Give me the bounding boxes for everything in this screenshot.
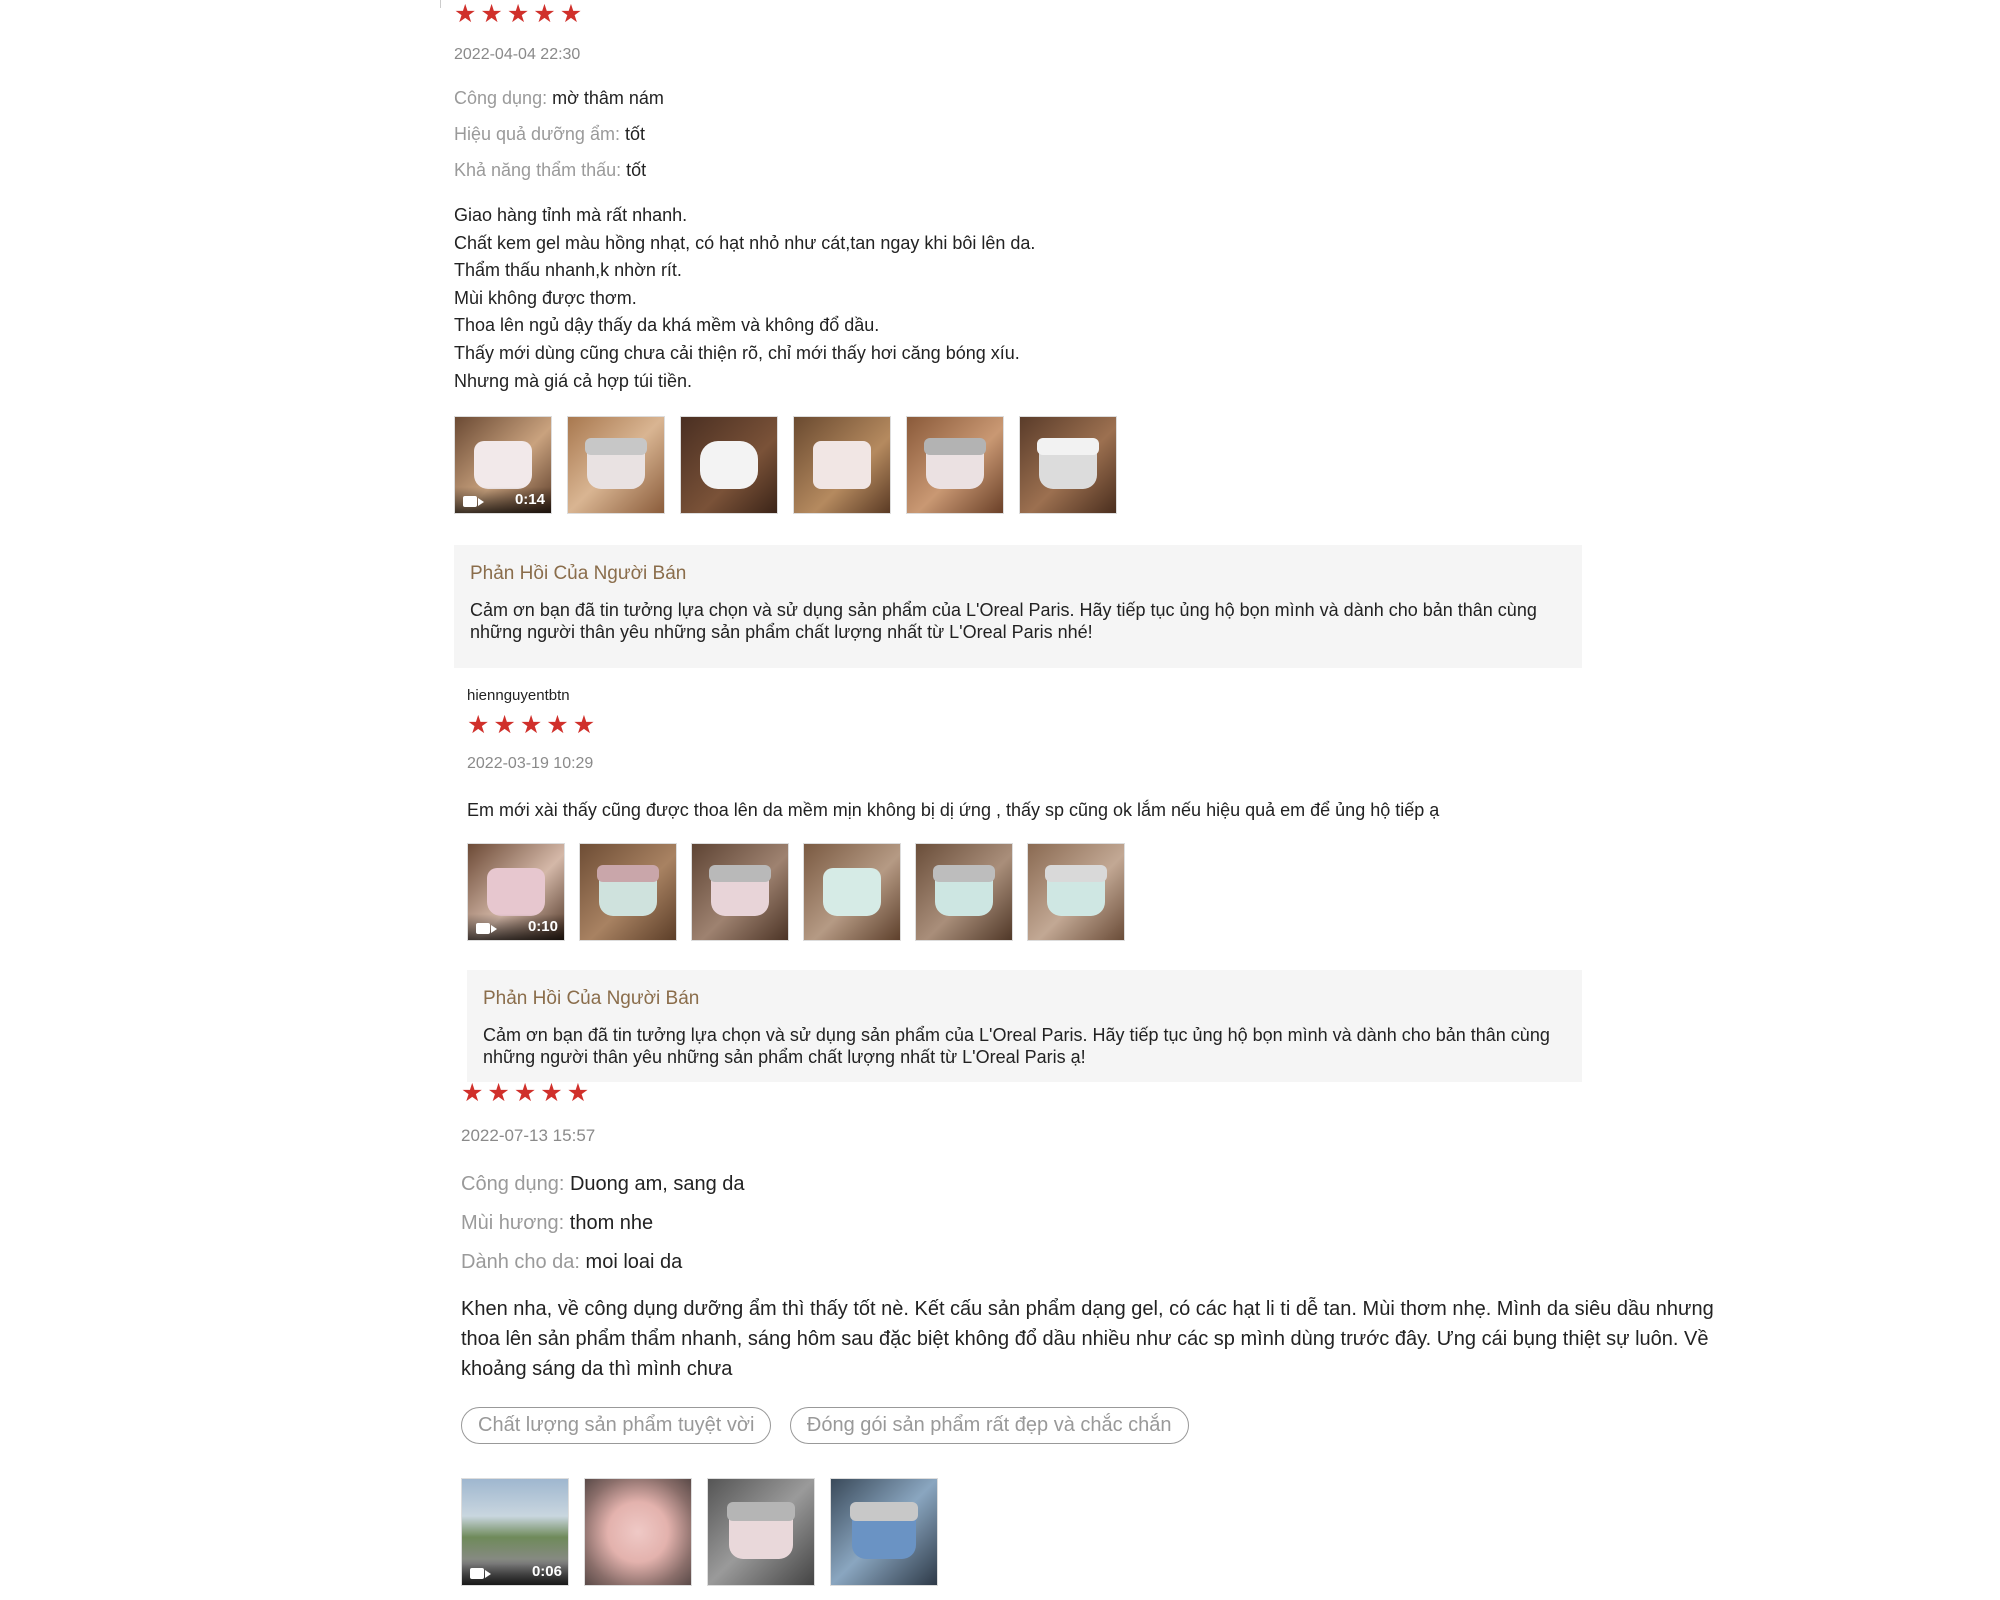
star-icon: ★ xyxy=(519,711,543,739)
video-camera-icon xyxy=(476,923,497,934)
product-jar-image xyxy=(700,441,758,489)
review-photo-thumbnail[interactable] xyxy=(567,416,665,514)
seller-reply-text: Cảm ơn bạn đã tin tưởng lựa chọn và sử d… xyxy=(470,600,1537,642)
review-tag: Chất lượng sản phẩm tuyệt vời xyxy=(461,1407,772,1444)
attribute-value: moi loai da xyxy=(585,1251,683,1273)
review-tag: Đóng gói sản phẩm rất đẹp và chắc chắn xyxy=(789,1407,1189,1444)
product-lid-image xyxy=(597,865,659,883)
attribute-label: Khả năng thẩm thấu: xyxy=(454,160,622,180)
attribute-label: Mùi hương: xyxy=(461,1212,565,1234)
star-icon: ★ xyxy=(454,0,477,28)
review-photo-thumbnail[interactable] xyxy=(1019,416,1117,514)
seller-reply-text: Cảm ơn bạn đã tin tưởng lựa chọn và sử d… xyxy=(483,1025,1550,1067)
star-icon: ★ xyxy=(513,1079,537,1107)
attribute-label: Hiệu quả dưỡng ẩm: xyxy=(454,124,620,144)
video-duration: 0:06 xyxy=(531,1563,562,1580)
video-camera-icon xyxy=(463,496,484,507)
star-icon: ★ xyxy=(480,0,503,28)
product-lid-image xyxy=(727,1502,795,1522)
review-photo-thumbnail[interactable] xyxy=(680,416,778,514)
product-jar-image xyxy=(823,868,881,916)
video-duration: 0:10 xyxy=(527,918,558,935)
review-media: 0:14 xyxy=(454,416,1132,514)
review-media: 0:06 xyxy=(461,1478,938,1586)
review-attribute: Công dụng: mờ thâm nám xyxy=(454,88,664,109)
attribute-value: tốt xyxy=(624,124,645,144)
review-photo-thumbnail[interactable] xyxy=(803,843,901,941)
star-icon: ★ xyxy=(506,0,530,28)
product-jar-image xyxy=(487,868,545,916)
review-photo-thumbnail[interactable] xyxy=(906,416,1004,514)
review-date: 2022-04-04 22:30 xyxy=(454,46,581,63)
star-icon: ★ xyxy=(461,1079,484,1107)
review-photo-thumbnail[interactable] xyxy=(584,1478,692,1586)
star-icon: ★ xyxy=(487,1079,510,1107)
review-attribute: Khả năng thẩm thấu: tốt xyxy=(454,160,646,181)
review-date: 2022-07-13 15:57 xyxy=(461,1126,596,1145)
review-photo-thumbnail[interactable] xyxy=(691,843,789,941)
rating-stars: ★ ★ ★ ★ ★ xyxy=(467,713,595,738)
product-jar-image xyxy=(474,441,532,489)
rating-stars: ★ ★ ★ ★ ★ xyxy=(454,2,582,27)
review-attribute: Hiệu quả dưỡng ẩm: tốt xyxy=(454,124,645,145)
star-icon: ★ xyxy=(546,711,569,739)
review-date: 2022-03-19 10:29 xyxy=(467,755,594,772)
video-duration: 0:14 xyxy=(514,491,545,508)
video-overlay: 0:14 xyxy=(455,487,551,513)
review-tags: Chất lượng sản phẩm tuyệt vời Đóng gói s… xyxy=(461,1407,1203,1444)
left-divider xyxy=(440,0,441,8)
review-attribute: Công dụng: Duong am, sang da xyxy=(461,1173,745,1196)
seller-reply: Phản Hồi Của Người Bán Cảm ơn bạn đã tin… xyxy=(467,970,1582,1082)
review-photo-thumbnail[interactable] xyxy=(830,1478,938,1586)
star-icon: ★ xyxy=(566,1079,590,1107)
video-overlay: 0:06 xyxy=(462,1559,568,1585)
star-icon: ★ xyxy=(493,711,516,739)
review-photo-thumbnail[interactable] xyxy=(793,416,891,514)
review-media: 0:10 xyxy=(467,843,1139,941)
attribute-label: Công dụng: xyxy=(461,1173,565,1195)
attribute-value: thom nhe xyxy=(569,1212,654,1234)
product-jar-image xyxy=(813,441,871,489)
rating-stars: ★ ★ ★ ★ ★ xyxy=(461,1081,589,1106)
product-lid-image xyxy=(924,438,986,456)
seller-reply-title: Phản Hồi Của Người Bán xyxy=(483,988,700,1009)
review-video-thumbnail[interactable]: 0:14 xyxy=(454,416,552,514)
review-comment: Khen nha, về công dụng dưỡng ẩm thì thấy… xyxy=(461,1298,1714,1380)
review-video-thumbnail[interactable]: 0:10 xyxy=(467,843,565,941)
attribute-label: Dành cho da: xyxy=(461,1251,580,1273)
attribute-value: mờ thâm nám xyxy=(552,88,664,108)
review-attribute: Mùi hương: thom nhe xyxy=(461,1212,653,1235)
video-camera-icon xyxy=(470,1568,491,1579)
star-icon: ★ xyxy=(572,711,596,739)
video-overlay: 0:10 xyxy=(468,914,564,940)
product-lid-image xyxy=(1037,438,1099,456)
review-video-thumbnail[interactable]: 0:06 xyxy=(461,1478,569,1586)
star-icon: ★ xyxy=(467,711,490,739)
product-lid-image xyxy=(850,1502,918,1522)
review-photo-thumbnail[interactable] xyxy=(915,843,1013,941)
star-icon: ★ xyxy=(533,0,556,28)
reviewer-username[interactable]: hiennguyentbtn xyxy=(467,687,570,704)
product-lid-image xyxy=(933,865,995,883)
product-lid-image xyxy=(709,865,771,883)
star-icon: ★ xyxy=(540,1079,563,1107)
star-icon: ★ xyxy=(559,0,583,28)
review-attribute: Dành cho da: moi loai da xyxy=(461,1251,682,1274)
seller-reply: Phản Hồi Của Người Bán Cảm ơn bạn đã tin… xyxy=(454,545,1582,668)
attribute-value: Duong am, sang da xyxy=(569,1173,745,1195)
product-lid-image xyxy=(585,438,647,456)
product-lid-image xyxy=(1045,865,1107,883)
review-comment: Giao hàng tỉnh mà rất nhanh. Chất kem ge… xyxy=(454,205,1036,391)
review-photo-thumbnail[interactable] xyxy=(579,843,677,941)
attribute-value: tốt xyxy=(626,160,647,180)
attribute-label: Công dụng: xyxy=(454,88,548,108)
review-photo-thumbnail[interactable] xyxy=(707,1478,815,1586)
review-comment: Em mới xài thấy cũng được thoa lên da mề… xyxy=(467,800,1440,820)
seller-reply-title: Phản Hồi Của Người Bán xyxy=(470,563,687,584)
review-photo-thumbnail[interactable] xyxy=(1027,843,1125,941)
